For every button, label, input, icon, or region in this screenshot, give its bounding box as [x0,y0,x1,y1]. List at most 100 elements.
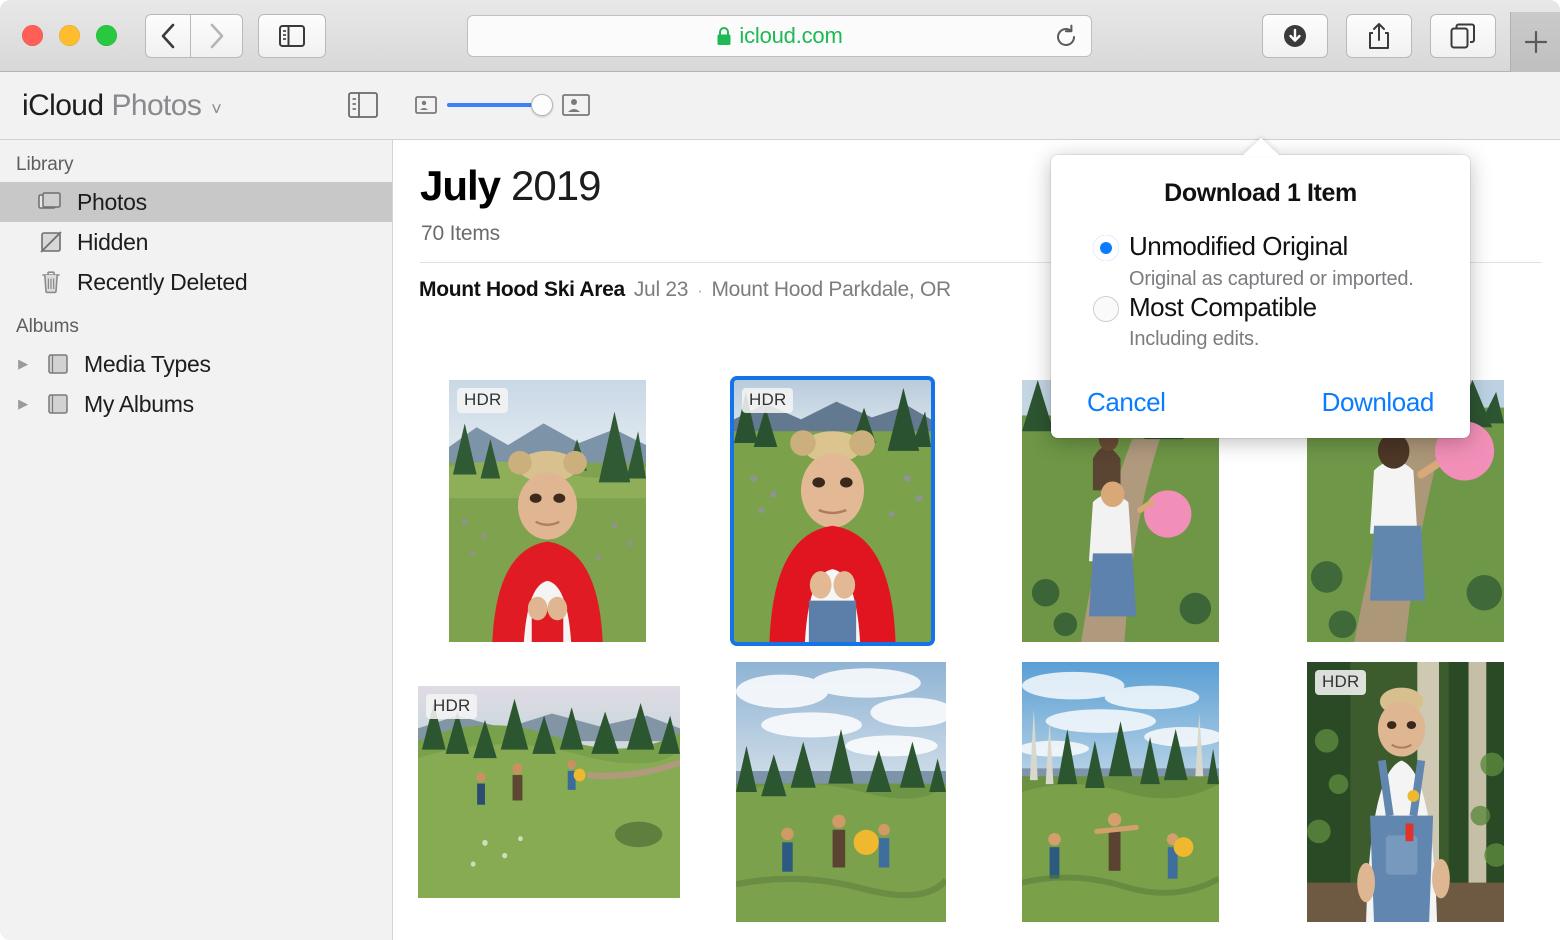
photo-image [1307,662,1504,922]
item-count-label: 70 Items [421,222,500,246]
year-label: 2019 [511,162,600,210]
sidebar-item-media-types[interactable]: ▶ Media Types [0,344,392,384]
tab-overview-button[interactable] [1430,14,1496,58]
sidebar-item-label: Recently Deleted [77,269,247,296]
option-label: Unmodified Original [1129,230,1470,263]
photo-image [734,380,931,642]
reload-button[interactable] [1053,24,1079,55]
photo-image [449,380,646,642]
app-brand[interactable]: iCloud Photos ˅ [22,89,221,123]
hdr-badge: HDR [1315,670,1366,695]
album-icon [45,351,71,377]
maximize-window-button[interactable] [96,25,117,46]
moment-place[interactable]: Mount Hood Parkdale, OR [711,278,950,302]
url-text-group: icloud.com [716,23,842,49]
disclosure-triangle-icon[interactable]: ▶ [14,396,32,412]
page-title: July 2019 [420,162,600,210]
tab-overview-icon [1450,23,1476,49]
sidebar-item-hidden[interactable]: Hidden [0,222,392,262]
photo-thumbnail[interactable] [736,662,946,922]
album-icon [45,391,71,417]
disclosure-triangle-icon[interactable]: ▶ [14,356,32,372]
download-options-popover: Download 1 Item Unmodified Original Orig… [1051,155,1470,438]
share-icon [1367,22,1391,50]
chevron-left-icon [160,23,177,49]
photo-thumbnail[interactable] [1022,662,1219,922]
trash-icon [38,269,64,295]
downloads-button[interactable] [1262,14,1328,58]
photo-cell[interactable]: HDR [734,380,931,642]
window-controls [22,25,117,46]
option-unmodified-original[interactable]: Unmodified Original Original as captured… [1051,230,1470,291]
photo-cell[interactable]: HDR [1307,662,1504,922]
option-description: Original as captured or imported. [1129,268,1470,291]
moment-date: Jul 23 [634,278,688,302]
option-description: Including edits. [1129,328,1470,351]
photo-thumbnail-selected[interactable]: HDR [734,380,931,642]
photo-cell[interactable]: HDR [449,380,646,642]
photo-image [736,662,946,922]
photo-thumbnail[interactable]: HDR [449,380,646,642]
month-label: July [420,162,500,210]
cancel-button[interactable]: Cancel [1087,387,1166,418]
photo-image [1022,662,1219,922]
sidebar-item-label: Photos [77,189,147,216]
popover-actions: Cancel Download [1051,387,1470,418]
browser-window: icloud.com [0,0,1560,940]
hdr-badge: HDR [426,694,477,719]
slider-track[interactable] [447,103,552,107]
app-toolbar: iCloud Photos ˅ [0,72,1560,140]
sidebar-item-recently-deleted[interactable]: Recently Deleted [0,262,392,302]
photos-stack-icon [38,189,64,215]
app-sidebar-toggle-button[interactable] [348,92,378,123]
url-hostname: icloud.com [739,23,842,49]
sidebar: Library Photos Hidden [0,140,393,940]
photo-thumbnail[interactable]: HDR [1307,662,1504,922]
radio-button-unselected[interactable] [1093,296,1119,322]
browser-toolbar: icloud.com [0,0,1560,72]
chevron-right-icon [208,23,225,49]
sidebar-item-photos[interactable]: Photos [0,182,392,222]
plus-icon [1523,29,1549,55]
radio-button-selected[interactable] [1093,235,1119,261]
new-tab-button[interactable] [1510,12,1560,72]
sidebar-toggle-icon [279,25,305,47]
option-most-compatible[interactable]: Most Compatible Including edits. [1051,291,1470,352]
back-button[interactable] [145,14,190,58]
hidden-slash-icon [38,229,64,255]
hdr-badge: HDR [742,388,793,413]
lock-icon [716,26,732,46]
sidebar-section-albums-header: Albums [0,302,392,344]
forward-button[interactable] [190,14,243,58]
sidebar-section-library-header: Library [0,140,392,182]
photo-cell[interactable]: HDR [418,686,680,898]
slider-knob[interactable] [531,94,553,116]
thumbnail-size-slider[interactable] [415,94,590,116]
popover-arrow [1242,138,1280,156]
brand-icloud-label: iCloud [22,89,103,123]
moment-header: Mount Hood Ski Area Jul 23 · Mount Hood … [419,278,951,302]
browser-sidebar-toggle-button[interactable] [258,14,326,58]
slider-fill [447,103,539,107]
photo-cell[interactable] [1022,662,1219,922]
share-button[interactable] [1346,14,1412,58]
hdr-badge: HDR [457,388,508,413]
download-button[interactable]: Download [1322,387,1434,418]
sidebar-item-label: Media Types [84,351,211,378]
photo-thumbnail[interactable]: HDR [418,686,680,898]
moment-separator: · [697,281,702,301]
reload-icon [1053,24,1079,50]
sidebar-item-my-albums[interactable]: ▶ My Albums [0,384,392,424]
minimize-window-button[interactable] [59,25,80,46]
moment-name[interactable]: Mount Hood Ski Area [419,278,625,302]
photo-cell[interactable] [736,662,946,922]
popover-title: Download 1 Item [1051,155,1470,208]
small-thumbnail-icon [415,96,437,114]
option-label: Most Compatible [1129,291,1470,324]
sidebar-item-label: Hidden [77,229,148,256]
chevron-down-icon[interactable]: ˅ [211,99,221,120]
address-bar[interactable]: icloud.com [467,15,1092,57]
large-thumbnail-icon [562,94,590,116]
brand-photos-label: Photos [111,89,201,123]
close-window-button[interactable] [22,25,43,46]
